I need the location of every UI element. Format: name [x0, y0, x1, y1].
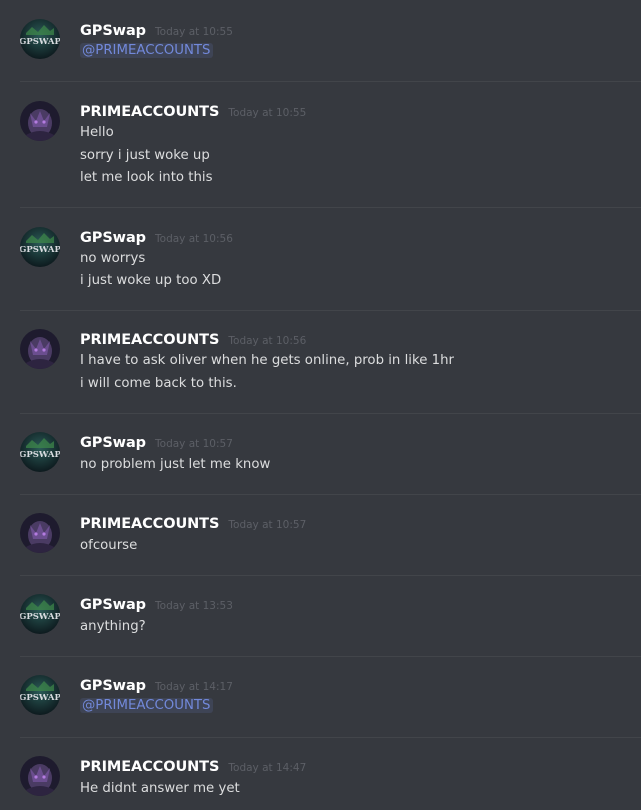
message-divider — [20, 81, 641, 82]
chat-messages: GPSWAP GPSwap Today at 10:55 @PRIMEACCOU… — [0, 0, 641, 810]
svg-text:GPSWAP: GPSWAP — [20, 450, 60, 460]
timestamp: Today at 10:57 — [228, 519, 307, 531]
message-header: GPSwap Today at 10:55 — [80, 20, 233, 40]
message-divider — [20, 413, 641, 414]
username[interactable]: GPSwap — [80, 435, 146, 451]
gpswap-avatar[interactable]: GPSWAP — [20, 432, 60, 472]
message-header: PRIMEACCOUNTS Today at 10:56 — [80, 329, 306, 349]
gpswap-avatar[interactable]: GPSWAP — [20, 227, 60, 267]
timestamp: Today at 14:17 — [155, 681, 233, 693]
message-divider — [20, 494, 641, 495]
message-header: PRIMEACCOUNTS Today at 10:57 — [80, 513, 306, 533]
timestamp: Today at 13:53 — [155, 600, 233, 612]
username[interactable]: GPSwap — [80, 23, 146, 39]
username[interactable]: PRIMEACCOUNTS — [80, 759, 219, 775]
primeaccounts-avatar[interactable] — [20, 513, 60, 553]
message-text: @PRIMEACCOUNTS — [80, 40, 213, 62]
message-header: GPSwap Today at 13:53 — [80, 594, 233, 614]
message-divider — [20, 656, 641, 657]
message-header: GPSwap Today at 10:56 — [80, 227, 233, 247]
svg-text:GPSWAP: GPSWAP — [20, 612, 60, 622]
gpswap-avatar[interactable]: GPSWAP — [20, 675, 60, 715]
message-text: I have to ask oliver when he gets online… — [80, 353, 454, 368]
message-header: PRIMEACCOUNTS Today at 10:55 — [80, 101, 306, 121]
message-text: anything? — [80, 619, 146, 634]
message-text: ofcourse — [80, 538, 138, 553]
primeaccounts-avatar[interactable] — [20, 101, 60, 141]
message-text: i just woke up too XD — [80, 273, 222, 288]
timestamp: Today at 10:55 — [155, 26, 233, 38]
message-text: i will come back to this. — [80, 376, 237, 391]
message-text: He didnt answer me yet — [80, 781, 240, 796]
timestamp: Today at 10:56 — [228, 335, 307, 347]
message-header: PRIMEACCOUNTS Today at 14:47 — [80, 756, 306, 776]
username[interactable]: GPSwap — [80, 597, 146, 613]
svg-text:GPSWAP: GPSWAP — [20, 693, 60, 703]
message-divider — [20, 575, 641, 576]
message-divider — [20, 737, 641, 738]
username[interactable]: PRIMEACCOUNTS — [80, 516, 219, 532]
svg-text:GPSWAP: GPSWAP — [20, 37, 60, 47]
gpswap-avatar[interactable]: GPSWAP — [20, 19, 60, 59]
message-header: GPSwap Today at 14:17 — [80, 675, 233, 695]
message-text: no worrys — [80, 251, 146, 266]
timestamp: Today at 10:56 — [155, 233, 233, 245]
message-text: sorry i just woke up — [80, 148, 210, 163]
user-mention[interactable]: @PRIMEACCOUNTS — [80, 43, 213, 58]
timestamp: Today at 14:47 — [228, 762, 307, 774]
username[interactable]: PRIMEACCOUNTS — [80, 332, 219, 348]
message-text: let me look into this — [80, 170, 213, 185]
svg-text:GPSWAP: GPSWAP — [20, 245, 60, 255]
primeaccounts-avatar[interactable] — [20, 756, 60, 796]
username[interactable]: GPSwap — [80, 230, 146, 246]
primeaccounts-avatar[interactable] — [20, 329, 60, 369]
message-divider — [20, 310, 641, 311]
message-divider — [20, 207, 641, 208]
timestamp: Today at 10:55 — [228, 107, 307, 119]
message-text: no problem just let me know — [80, 457, 271, 472]
gpswap-avatar[interactable]: GPSWAP — [20, 594, 60, 634]
username[interactable]: GPSwap — [80, 678, 146, 694]
user-mention[interactable]: @PRIMEACCOUNTS — [80, 698, 213, 713]
message-header: GPSwap Today at 10:57 — [80, 432, 233, 452]
username[interactable]: PRIMEACCOUNTS — [80, 104, 219, 120]
message-text: @PRIMEACCOUNTS — [80, 695, 213, 717]
timestamp: Today at 10:57 — [155, 438, 233, 450]
message-text: Hello — [80, 125, 114, 140]
